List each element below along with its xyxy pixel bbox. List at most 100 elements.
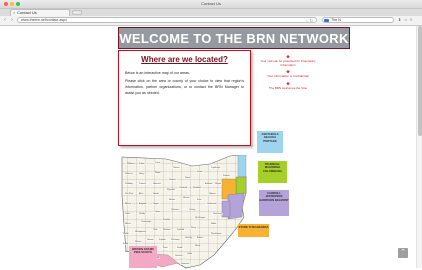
county-label-ross: Ross (162, 247, 169, 249)
county-label-auglaize: Auglaize (138, 203, 148, 205)
welcome-banner: WELCOME TO THE BRN NETWORK (118, 27, 350, 49)
county-label-madison: Madison (162, 229, 172, 231)
toolbar-icons[interactable]: ⬇ ⌂ ≡ (398, 17, 413, 22)
county-label-fulton: Fulton (138, 163, 146, 165)
sidebar-link-proprietary[interactable]: Your visit can be protected for Propriet… (258, 59, 318, 67)
county-label-hancock: Hancock (152, 183, 162, 185)
region-label-brown-adams-pike-scioto[interactable]: BROWN ADAMS PIKE SCIOTO (129, 246, 157, 268)
county-label-ottawa: Ottawa (172, 167, 181, 169)
county-label-meigs: Meigs (194, 245, 202, 247)
county-label-morrow: Morrow (182, 197, 191, 199)
county-label-miami: Miami (124, 223, 132, 225)
tab-label: Contact Us (17, 10, 37, 15)
address-bar[interactable]: www.thebrn.net/contact.aspx ☆ ↻ (17, 17, 317, 23)
county-label-pickaway: Pickaway (170, 239, 181, 241)
county-label-ashland: Ashland (204, 183, 214, 185)
county-label-licking: Licking (188, 209, 197, 211)
county-label-clark: Clark (152, 229, 159, 231)
county-label-logan: Logan (152, 203, 160, 205)
county-label-knox: Knox (196, 199, 203, 201)
county-label-wyandot: Wyandot (166, 189, 176, 191)
county-label-richland: Richland (192, 187, 202, 189)
new-tab-button[interactable] (72, 10, 82, 15)
location-info-box: Where are we located? Below is an intera… (118, 50, 251, 146)
region-label-trumbull-mahoning-columbiana[interactable]: TRUMBULL MAHONING COLUMBIANA (258, 161, 287, 183)
county-label-warren: Warren (134, 241, 143, 243)
search-bar[interactable]: The N (322, 17, 394, 23)
county-label-washington: Washington (210, 233, 223, 235)
county-label-gallia: Gallia (186, 253, 194, 255)
chevron-up-icon: ⌃ (400, 249, 406, 256)
region-label-carroll-jefferson-harrison-belmont[interactable]: CARROLL JEFFERSON HARRISON BELMONT (259, 190, 289, 216)
county-label-summit: Summit (222, 175, 231, 177)
county-label-allen: Allen (138, 193, 145, 195)
region-label-stark-tuscarawas[interactable]: STARK TUSCARAWAS (238, 224, 269, 237)
county-label-franklin: Franklin (162, 219, 172, 221)
county-label-mercer: Mercer (124, 203, 133, 205)
county-label-greene: Greene (146, 239, 155, 241)
county-label-preble: Preble (122, 233, 130, 235)
county-label-huron: Huron (184, 177, 192, 179)
county-label-noble: Noble (210, 223, 218, 225)
county-label-paulding: Paulding (124, 183, 134, 185)
county-label-defiance: Defiance (124, 173, 134, 175)
instructions-text: Please click on the area or county of yo… (125, 79, 244, 95)
sidebar-link-confidential[interactable]: Your information is Confidential (258, 75, 318, 79)
county-label-butler: Butler (122, 243, 130, 245)
county-label-shelby: Shelby (138, 213, 147, 215)
sidebar-links: ⬥ Your visit can be protected for Propri… (258, 54, 318, 92)
window-title: Contact Us (201, 1, 221, 6)
google-icon[interactable] (324, 19, 329, 22)
county-label-darke: Darke (124, 213, 132, 215)
county-label-union: Union (154, 211, 162, 213)
county-label-coshocton: Coshocton (206, 203, 218, 205)
county-label-marion: Marion (168, 199, 177, 201)
county-label-fairfield: Fairfield (176, 229, 186, 231)
back-button[interactable]: ‹ (2, 17, 8, 23)
county-label-henry: Henry (138, 173, 146, 175)
location-heading: Where are we located? (141, 55, 228, 64)
county-label-vinton: Vinton (176, 247, 184, 249)
address-text: www.thebrn.net/contact.aspx (21, 18, 67, 22)
county-label-guernsey: Guernsey (212, 213, 223, 215)
page-scrollbar[interactable] (416, 26, 422, 268)
county-label-lawrence: Lawrence (180, 263, 191, 265)
county-label-muskingum: Muskingum (194, 217, 207, 219)
tab-bar: × Contact Us (0, 9, 422, 16)
county-label-wayne: Wayne (214, 183, 223, 185)
sidebar-link-welcome[interactable]: The BRN welcomes the Vine (258, 86, 318, 91)
county-label-fayette: Fayette (158, 239, 167, 241)
forward-button[interactable]: › (9, 17, 15, 23)
browser-toolbar: ‹ › www.thebrn.net/contact.aspx ☆ ↻ The … (0, 16, 422, 26)
intro-text: Below is an interactive map of our areas… (125, 71, 190, 75)
county-label-crawford: Crawford (178, 187, 189, 189)
county-label-cuyahoga: Cuyahoga (210, 167, 222, 169)
region-label-ashtabula-geauga-portage[interactable]: ASHTABULA GEAUGA PORTAGE (257, 131, 283, 153)
county-label-hardin: Hardin (152, 193, 160, 195)
banner-title: WELCOME TO THE BRN NETWORK (119, 31, 349, 46)
region-ashtabula[interactable] (237, 155, 247, 178)
search-text: The N (331, 18, 341, 22)
county-label-seneca: Seneca (168, 179, 177, 181)
county-label-putnam: Putnam (138, 183, 147, 185)
scroll-to-top-button[interactable]: ⌃ (398, 248, 408, 258)
window-titlebar: Contact Us (0, 0, 422, 9)
county-label-van-wert: Van Wert (124, 193, 135, 195)
region-trumbull[interactable] (235, 176, 247, 196)
region-jefferson[interactable] (221, 200, 231, 218)
county-label-lorain: Lorain (196, 171, 204, 173)
county-label-wood: Wood (154, 172, 162, 174)
region-carroll[interactable] (227, 192, 245, 220)
county-label-hocking: Hocking (184, 237, 194, 239)
county-label-delaware: Delaware (170, 209, 181, 211)
county-label-perry: Perry (190, 227, 197, 229)
county-label-williams: Williams (126, 163, 136, 165)
bookmark-star-icon[interactable]: ☆ ↻ (305, 18, 313, 22)
county-label-holmes: Holmes (208, 193, 217, 195)
county-label-athens: Athens (196, 237, 205, 239)
county-label-champaign: Champaign (140, 221, 153, 223)
tab-contact-us[interactable]: × Contact Us (10, 9, 70, 16)
county-label-montgomery: Montgomery (134, 231, 148, 233)
scrollbar-thumb[interactable] (418, 26, 422, 136)
county-label-jackson: Jackson (174, 255, 184, 257)
